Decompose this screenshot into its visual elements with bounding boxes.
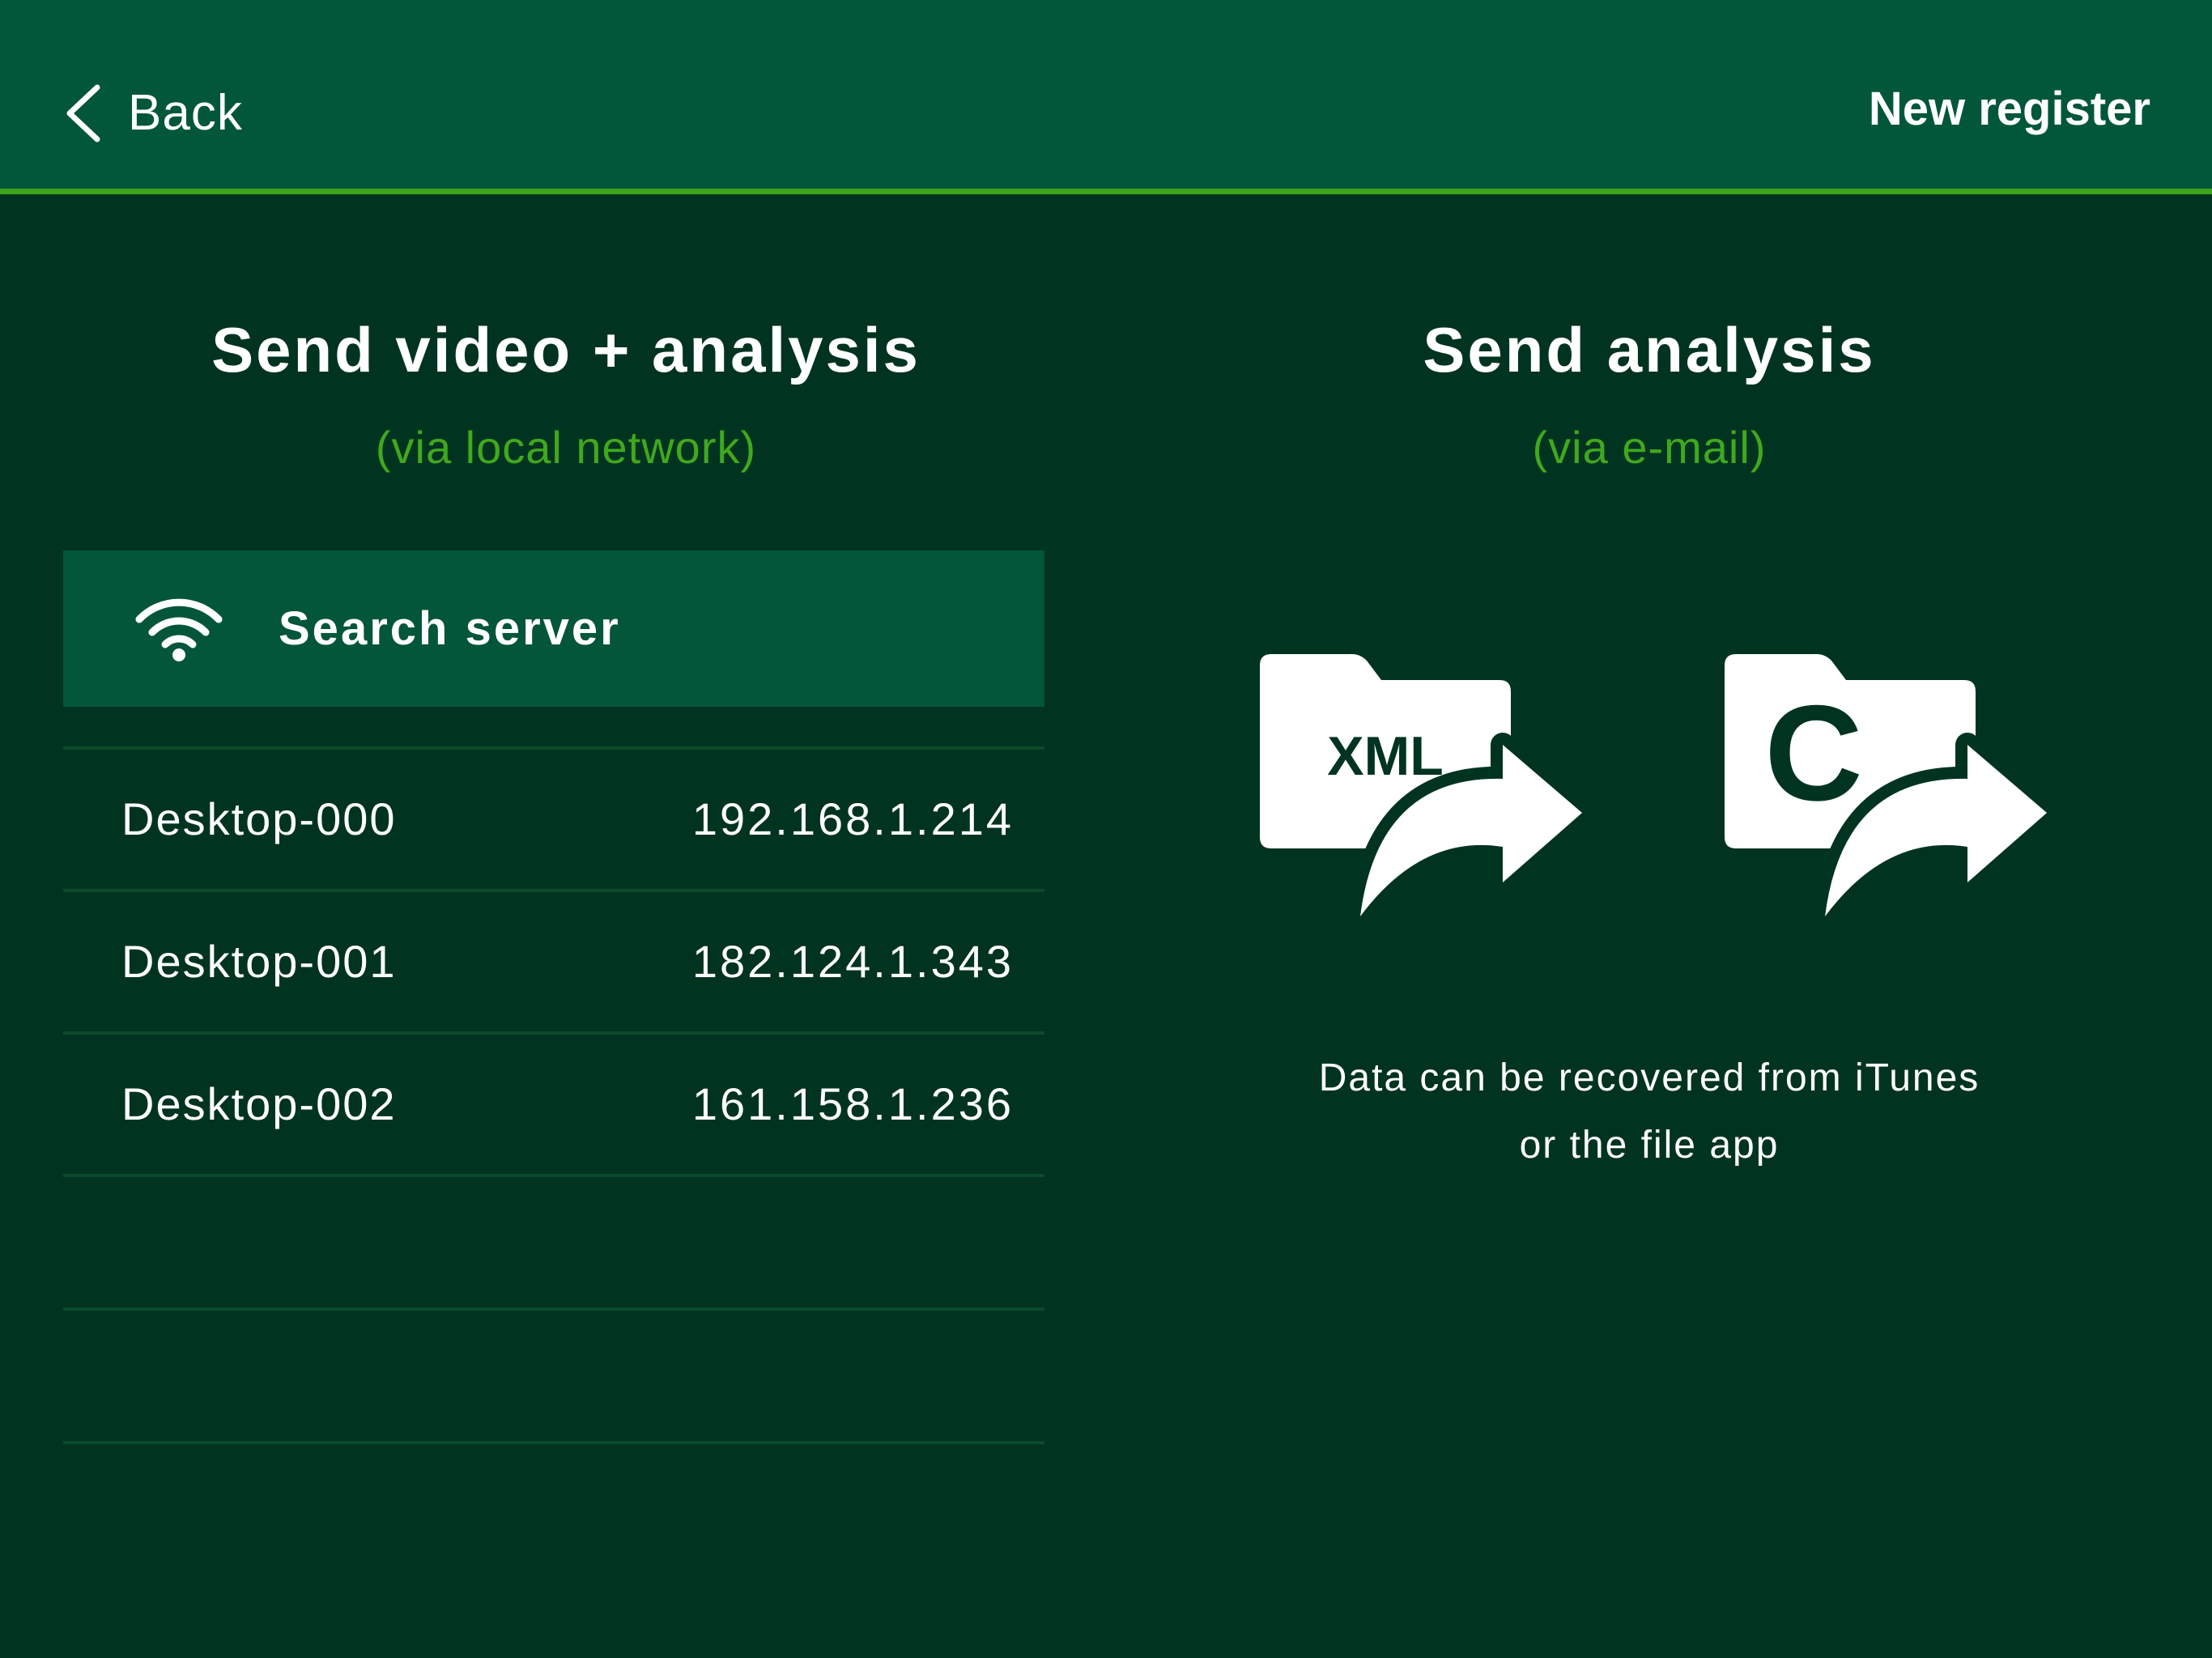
search-server-button[interactable]: Search server xyxy=(63,551,1044,707)
c-folder-share-icon: C xyxy=(1725,654,2048,926)
server-name: Desktop-000 xyxy=(121,793,397,844)
xml-glyph: XML xyxy=(1327,725,1444,787)
local-network-title: Send video + analysis xyxy=(211,314,921,385)
xml-folder-share-icon: XML xyxy=(1260,654,1584,926)
empty-list-row xyxy=(63,1311,1044,1441)
server-name: Desktop-002 xyxy=(121,1078,397,1129)
server-row-desktop-000[interactable]: Desktop-000 192.168.1.214 xyxy=(63,750,1044,889)
back-button[interactable]: Back xyxy=(63,81,243,146)
wifi-icon xyxy=(135,598,223,661)
server-ip: 192.168.1.214 xyxy=(691,793,1014,844)
search-server-label: Search server xyxy=(279,602,621,655)
server-row-desktop-002[interactable]: Desktop-002 161.158.1.236 xyxy=(63,1035,1044,1174)
server-name: Desktop-001 xyxy=(121,936,397,987)
server-ip: 161.158.1.236 xyxy=(691,1078,1014,1129)
server-ip: 182.124.1.343 xyxy=(691,936,1014,987)
server-row-desktop-001[interactable]: Desktop-001 182.124.1.343 xyxy=(63,892,1044,1031)
chevron-left-icon xyxy=(66,84,100,142)
c-export-button[interactable]: C xyxy=(1725,654,2048,926)
new-register-button[interactable]: New register xyxy=(1869,86,2150,133)
list-divider xyxy=(63,1441,1044,1444)
server-list: Desktop-000 192.168.1.214 Desktop-001 18… xyxy=(63,746,1044,1444)
local-network-subtitle: (via local network) xyxy=(375,422,757,473)
xml-export-button[interactable]: XML xyxy=(1260,654,1584,926)
email-subtitle: (via e-mail) xyxy=(1532,422,1767,473)
recovery-info-line-1: Data can be recovered from iTunes xyxy=(1318,1056,1980,1099)
recovery-info-line-2: or the file app xyxy=(1519,1124,1780,1167)
recovery-info-text: Data can be recovered from iTunes or the… xyxy=(1240,1044,2058,1179)
c-glyph: C xyxy=(1764,677,1862,829)
back-label: Back xyxy=(128,85,243,141)
email-title: Send analysis xyxy=(1423,314,1876,385)
empty-list-row xyxy=(63,1177,1044,1307)
top-navigation-bar: Back New register xyxy=(0,0,2212,194)
